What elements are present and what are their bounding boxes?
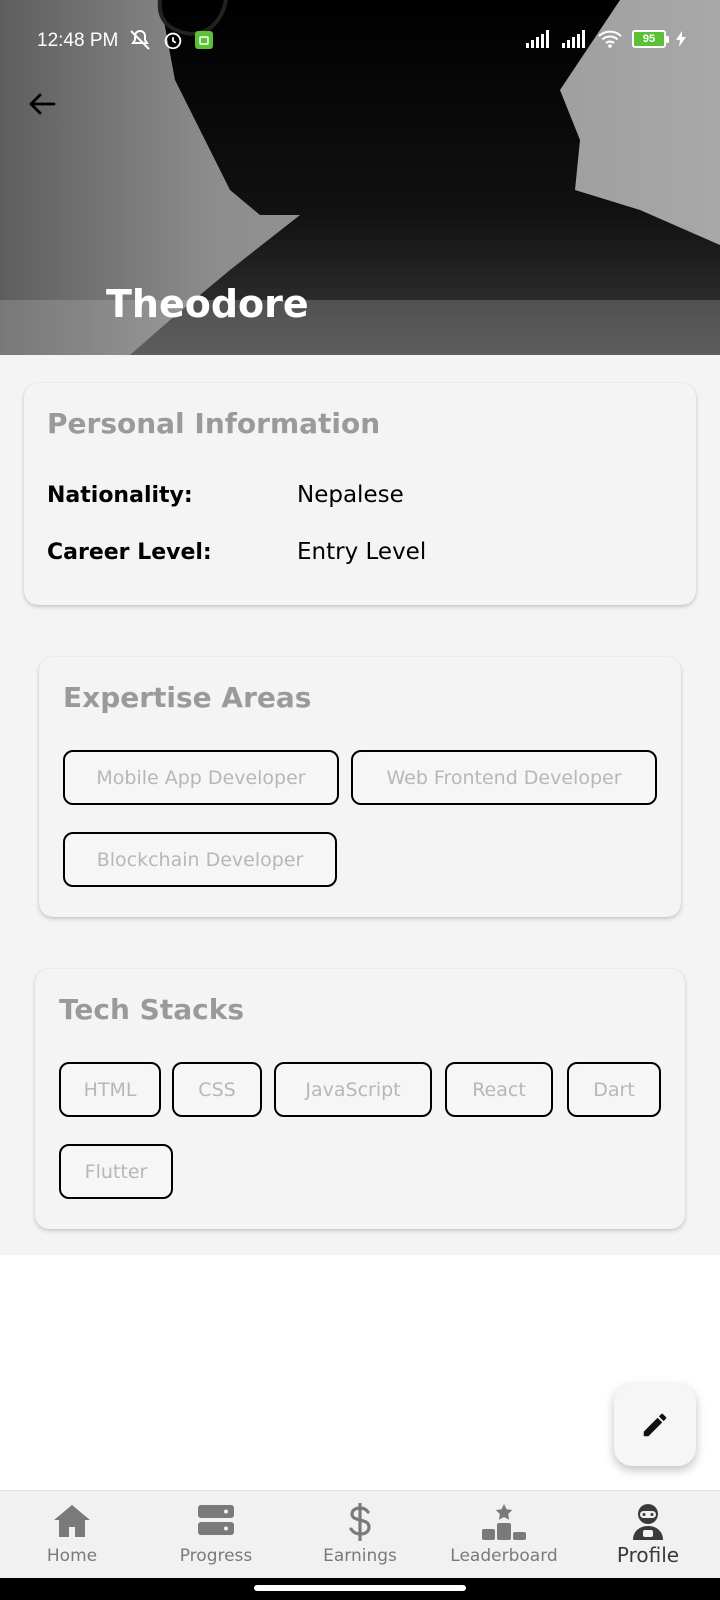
profile-icon — [633, 1504, 663, 1540]
home-icon — [54, 1505, 90, 1537]
tech-chip[interactable]: JavaScript — [274, 1062, 432, 1117]
alarm-icon — [164, 32, 182, 50]
signal-icon — [526, 30, 549, 48]
profile-name: Theodore — [106, 282, 309, 326]
nav-label-progress: Progress — [179, 1546, 253, 1566]
nationality-label: Nationality: — [47, 483, 193, 508]
dollar-icon — [349, 1503, 371, 1541]
career-level-label: Career Level: — [47, 540, 212, 565]
nav-item-leaderboard[interactable]: Leaderboard — [432, 1491, 576, 1579]
nav-label-home: Home — [46, 1546, 98, 1566]
nav-label-profile: Profile — [616, 1543, 680, 1567]
profile-header: 12:48 PM 95 Theodore — [0, 0, 720, 355]
status-bar: 12:48 PM 95 — [0, 0, 720, 80]
status-time: 12:48 PM — [37, 30, 119, 51]
career-level-value: Entry Level — [297, 539, 427, 565]
android-icon — [195, 31, 213, 49]
charging-icon — [676, 31, 686, 47]
nav-item-progress[interactable]: Progress — [144, 1491, 288, 1579]
battery-level: 95 — [642, 33, 656, 45]
wifi-icon — [598, 30, 622, 48]
expertise-title: Expertise Areas — [63, 681, 312, 714]
back-arrow-icon[interactable] — [26, 88, 58, 120]
tech-chip[interactable]: Dart — [567, 1062, 661, 1117]
nav-item-earnings[interactable]: Earnings — [288, 1491, 432, 1579]
nationality-value: Nepalese — [297, 482, 404, 508]
bottom-navigation: Home Progress Earnings Leaderboard Profi… — [0, 1490, 720, 1578]
podium-icon — [482, 1504, 526, 1540]
expertise-chip[interactable]: Mobile App Developer — [63, 750, 339, 805]
expertise-chip[interactable]: Web Frontend Developer — [351, 750, 657, 805]
nav-label-earnings: Earnings — [323, 1546, 397, 1566]
tech-chip[interactable]: Flutter — [59, 1144, 173, 1199]
nav-item-home[interactable]: Home — [0, 1491, 144, 1579]
personal-info-title: Personal Information — [47, 407, 381, 440]
expertise-card: Expertise Areas Mobile App Developer Web… — [39, 657, 681, 917]
battery-icon: 95 — [632, 30, 669, 48]
tech-stacks-title: Tech Stacks — [59, 993, 244, 1026]
edit-profile-button[interactable] — [614, 1384, 696, 1466]
home-indicator[interactable] — [254, 1585, 466, 1591]
expertise-chip[interactable]: Blockchain Developer — [63, 832, 337, 887]
tech-chip[interactable]: CSS — [172, 1062, 262, 1117]
pencil-icon — [643, 1413, 667, 1437]
progress-icon — [198, 1505, 234, 1535]
personal-info-card: Personal Information Nationality: Nepale… — [24, 383, 696, 605]
nav-item-profile[interactable]: Profile — [576, 1491, 720, 1579]
tech-stacks-card: Tech Stacks HTML CSS JavaScript React Da… — [35, 969, 685, 1229]
tech-chip[interactable]: HTML — [59, 1062, 161, 1117]
mute-icon — [130, 29, 150, 50]
signal-icon — [562, 30, 585, 48]
nav-label-leaderboard: Leaderboard — [450, 1546, 558, 1566]
tech-chip[interactable]: React — [445, 1062, 553, 1117]
